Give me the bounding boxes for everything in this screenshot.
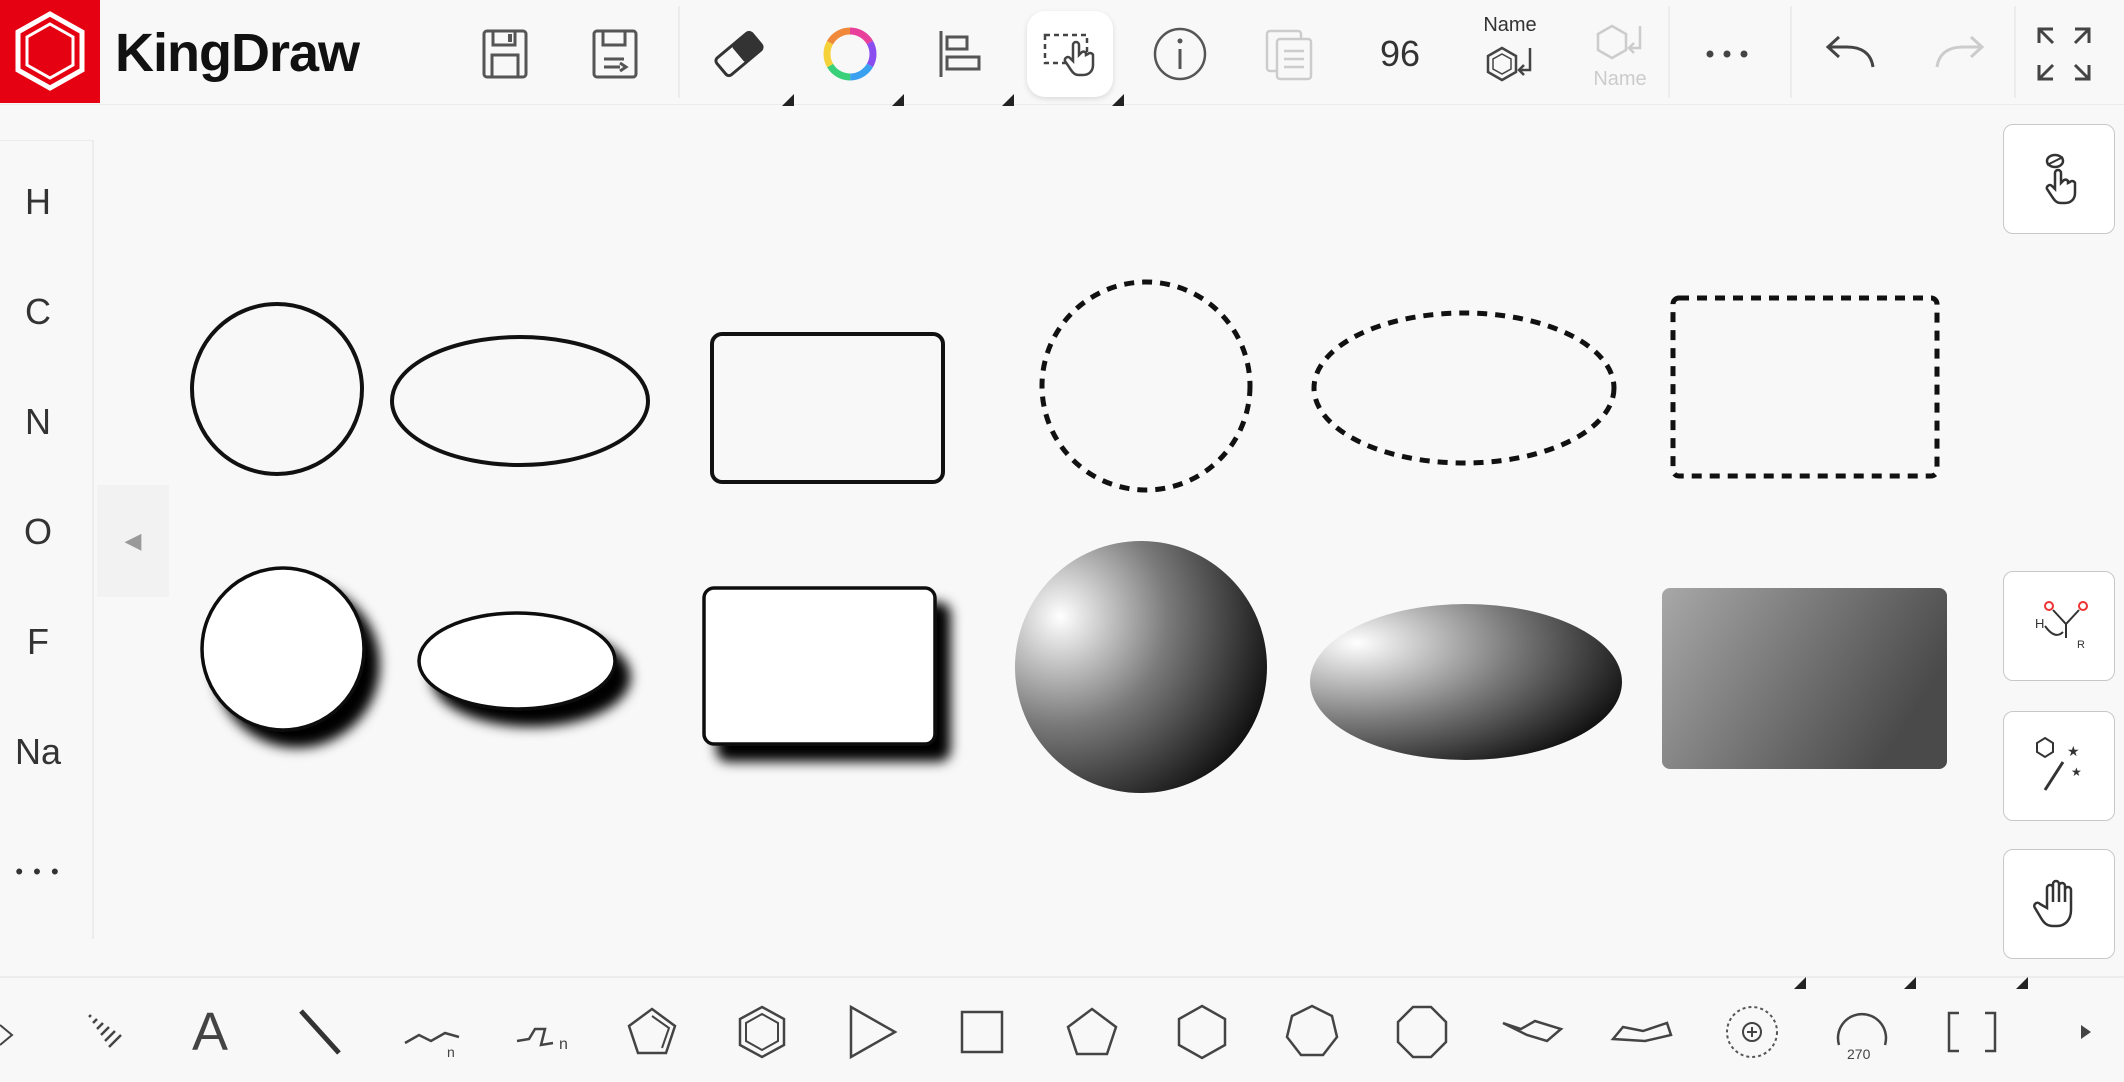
chain-n-button[interactable]: n (504, 992, 584, 1072)
triangle-icon (849, 1004, 898, 1060)
shape-dashed-rectangle[interactable] (1670, 295, 1940, 479)
chain2-n-label: n (559, 1036, 568, 1053)
svg-text:H: H (2035, 616, 2044, 631)
wedge-bond-icon (0, 1024, 14, 1046)
square-icon (960, 1010, 1004, 1054)
arc-270-icon: 270 (1836, 1012, 1888, 1062)
boat-cyclohexane-icon (1610, 1021, 1673, 1043)
shape-dashed-circle[interactable] (1039, 279, 1253, 493)
polygon-dropdown-marker[interactable] (1794, 977, 1806, 989)
bracket-icon (1947, 1011, 1997, 1053)
arc-button[interactable]: 270 (1822, 992, 1902, 1072)
single-bond-button[interactable] (280, 992, 360, 1072)
arc-angle-label: 270 (1847, 1046, 1871, 1062)
svg-text:★: ★ (2071, 765, 2082, 779)
bracket-dropdown-marker[interactable] (2016, 977, 2028, 989)
text-tool-icon: A (191, 1002, 229, 1062)
shape-rectangle[interactable] (710, 332, 945, 484)
octagon-button[interactable] (1382, 992, 1462, 1072)
charge-button[interactable] (1712, 992, 1792, 1072)
benzene-icon (738, 1005, 786, 1059)
hashed-bond-button[interactable] (62, 992, 142, 1072)
chair-cyclohexane-icon (1502, 1019, 1564, 1043)
boat-cyclohexane-button[interactable] (1602, 992, 1682, 1072)
pentagon-icon (1066, 1007, 1118, 1056)
svg-text:★: ★ (2067, 743, 2080, 759)
chain-n-label: n (447, 1044, 455, 1060)
pen-select-button[interactable] (2003, 124, 2115, 234)
chair-cyclohexane-button[interactable] (1492, 992, 1572, 1072)
magic-wand-icon: ★ ★ (2036, 736, 2082, 791)
scroll-right-icon (2081, 1025, 2091, 1039)
shape-gradient-rectangle[interactable] (1662, 588, 1947, 769)
shape-shadow-circle[interactable] (200, 566, 366, 732)
octagon-icon (1396, 1005, 1448, 1059)
chain-n-icon: n (516, 1027, 568, 1053)
shape-dashed-ellipse[interactable] (1311, 310, 1617, 466)
shape-shadow-rectangle[interactable] (702, 586, 937, 746)
text-tool-button[interactable]: A (170, 992, 250, 1072)
hashed-bond-icon (88, 1014, 122, 1048)
reaction-mechanism-icon: H R (2035, 601, 2088, 651)
heptagon-icon (1285, 1004, 1339, 1057)
shape-circle[interactable] (190, 302, 364, 476)
magic-wand-button[interactable]: ★ ★ (2003, 711, 2115, 821)
pen-select-icon (2045, 153, 2077, 205)
pan-hand-button[interactable] (2003, 849, 2115, 959)
single-bond-icon (299, 1009, 341, 1055)
reaction-mechanism-button[interactable]: H R (2003, 571, 2115, 681)
scroll-right-button[interactable] (2040, 992, 2120, 1072)
wedge-bond-button[interactable] (0, 992, 24, 1072)
shape-gradient-ellipse[interactable] (1310, 604, 1622, 760)
drawing-canvas[interactable] (0, 0, 2124, 1080)
hand-pan-icon (2033, 879, 2073, 928)
charge-dropdown-marker[interactable] (1904, 977, 1916, 989)
benzene-button[interactable] (722, 992, 802, 1072)
pentagon-button[interactable] (1052, 992, 1132, 1072)
charge-plus-icon (1726, 1006, 1778, 1058)
chain-button[interactable]: n (392, 992, 472, 1072)
svg-text:R: R (2077, 639, 2085, 651)
hexagon-icon (1177, 1004, 1227, 1060)
cyclopentadiene-button[interactable] (612, 992, 692, 1072)
shape-ellipse[interactable] (390, 335, 650, 467)
hexagon-button[interactable] (1162, 992, 1242, 1072)
square-button[interactable] (942, 992, 1022, 1072)
triangle-button[interactable] (832, 992, 912, 1072)
shape-shadow-ellipse[interactable] (417, 611, 617, 711)
heptagon-button[interactable] (1272, 992, 1352, 1072)
shape-gradient-sphere[interactable] (1015, 541, 1267, 793)
chain-icon: n (404, 1031, 460, 1060)
cyclopentadiene-icon (627, 1007, 677, 1055)
bracket-button[interactable] (1932, 992, 2012, 1072)
